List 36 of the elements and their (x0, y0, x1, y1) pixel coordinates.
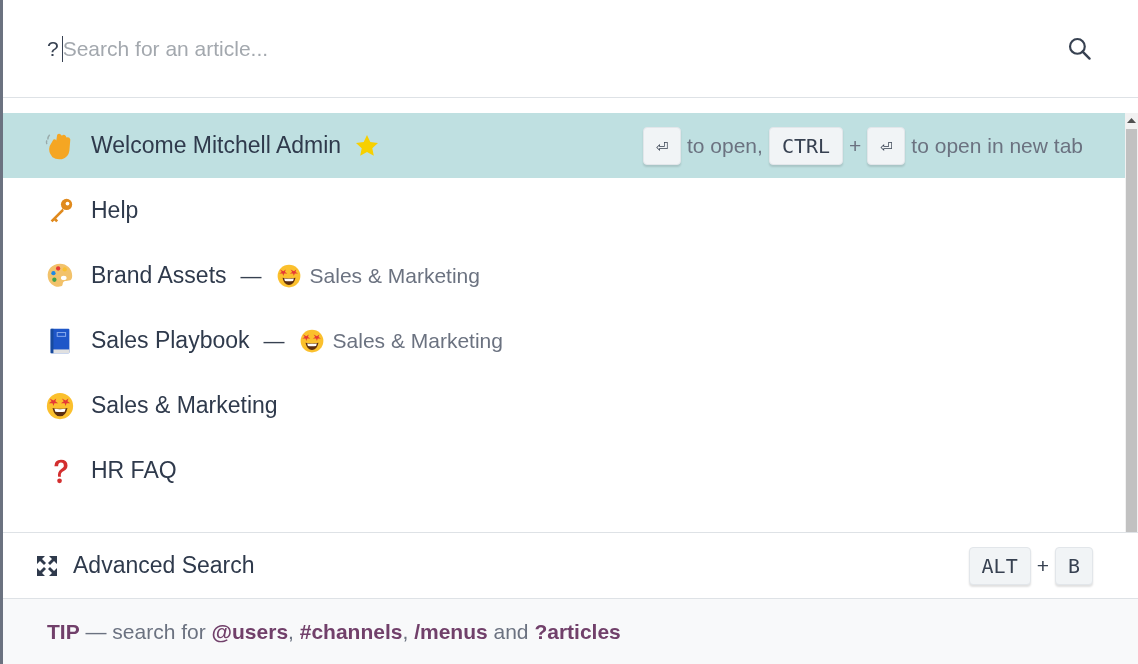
advanced-search-label: Advanced Search (73, 552, 255, 579)
parent-article: Sales & Marketing (332, 328, 503, 353)
hint-text: + (1036, 553, 1049, 578)
result-item[interactable]: Brand Assets — Sales & Marketing (3, 243, 1125, 308)
result-item[interactable]: Welcome Mitchell Admin ⏎ to open, CTRL + ⏎ to open in new tab (3, 113, 1125, 178)
hint-text: + (849, 133, 862, 158)
key-cap: ALT (968, 546, 1031, 585)
result-item[interactable]: Help (3, 178, 1125, 243)
article-title: Sales Playbook (91, 327, 250, 354)
article-title: Help (91, 197, 139, 224)
result-item[interactable]: HR FAQ (3, 438, 1125, 503)
search-prefix: ? (47, 36, 59, 61)
star-eyes-icon (45, 390, 75, 421)
expand-arrows-icon (35, 553, 59, 578)
star-eyes-icon (275, 262, 302, 289)
result-item[interactable]: Sales & Marketing (3, 373, 1125, 438)
scrollbar-thumb[interactable] (1126, 129, 1137, 532)
star-eyes-icon (298, 327, 325, 354)
hint-text: to open in new tab (911, 133, 1083, 158)
text-cursor (61, 35, 63, 62)
search-field[interactable]: Search for an article... (62, 36, 1067, 61)
tip-text: TIP — search for @users, #channels, /menus and ?articles (47, 619, 621, 644)
key-cap: ⏎ (867, 126, 906, 165)
dash-separator: — (240, 263, 262, 288)
article-title: Brand Assets (91, 262, 227, 289)
article-title: HR FAQ (91, 457, 177, 484)
hint-text: to open, (686, 133, 763, 158)
key-cap: CTRL (768, 126, 844, 165)
dash-separator: — (263, 328, 285, 353)
article-title: Welcome Mitchell Admin (91, 132, 342, 159)
key-cap: ⏎ (642, 126, 681, 165)
article-title: Sales & Marketing (91, 392, 278, 419)
key-cap: B (1054, 546, 1093, 585)
result-item[interactable]: Sales Playbook — Sales & Marketing (3, 308, 1125, 373)
parent-article: Sales & Marketing (309, 263, 480, 288)
scroll-up-icon (1127, 117, 1136, 125)
